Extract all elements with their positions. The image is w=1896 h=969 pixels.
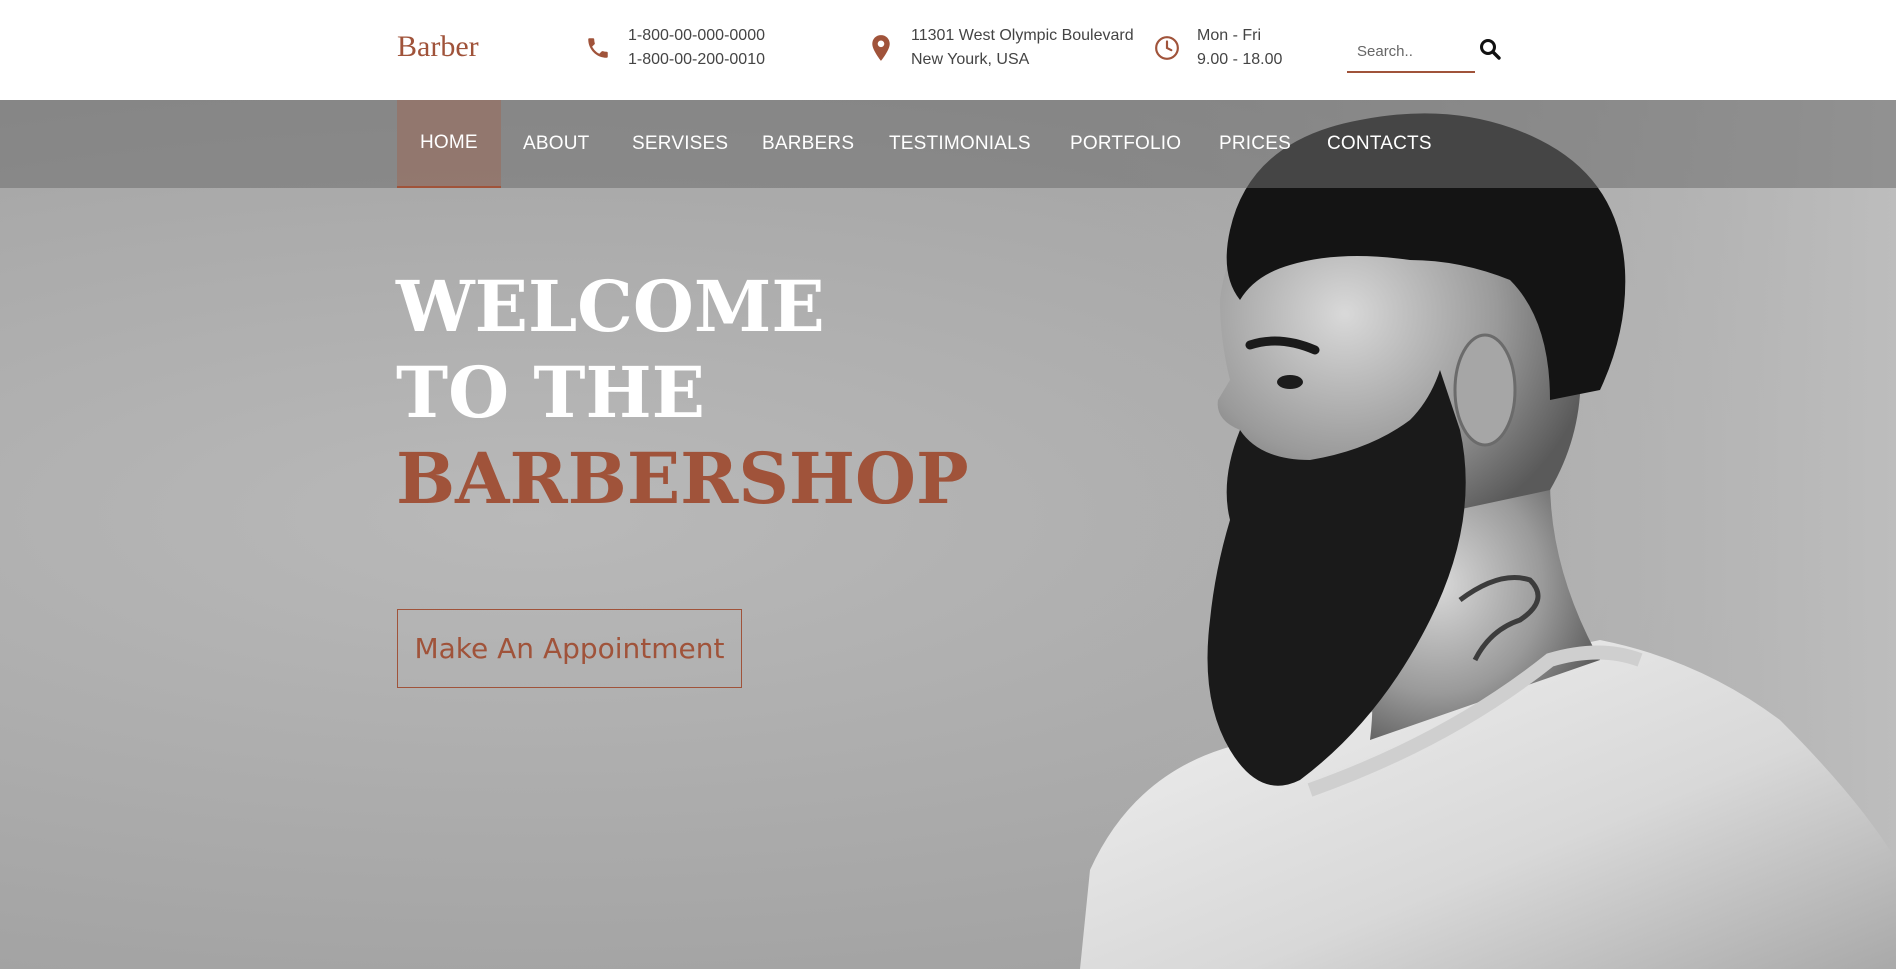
headline-line-2: TO THE — [396, 351, 706, 434]
nav-item-portfolio[interactable]: PORTFOLIO — [1047, 100, 1204, 188]
clock-icon — [1153, 34, 1181, 62]
hero-section: HOME ABOUT SERVISES BARBERS TESTIMONIALS… — [0, 100, 1896, 969]
nav-item-about[interactable]: ABOUT — [500, 100, 612, 188]
nav-item-barbers[interactable]: BARBERS — [739, 100, 877, 188]
hours-time: 9.00 - 18.00 — [1197, 51, 1283, 68]
nav-item-home[interactable]: HOME — [397, 100, 501, 188]
search-input[interactable] — [1347, 33, 1475, 69]
site-logo[interactable]: Barber — [397, 30, 479, 64]
hours-info: Mon - Fri 9.00 - 18.00 — [1153, 24, 1282, 72]
headline-line-1: WELCOME — [396, 265, 825, 348]
address-info: 11301 West Olympic Boulevard New Yourk, … — [867, 24, 1134, 72]
phone-info: 1-800-00-000-0000 1-800-00-200-0010 — [584, 24, 765, 72]
hours-days: Mon - Fri — [1197, 27, 1261, 44]
nav-item-testimonials[interactable]: TESTIMONIALS — [866, 100, 1054, 188]
phone-icon — [584, 34, 612, 62]
nav-item-contacts[interactable]: CONTACTS — [1304, 100, 1455, 188]
nav-item-prices[interactable]: PRICES — [1196, 100, 1314, 188]
main-nav: HOME ABOUT SERVISES BARBERS TESTIMONIALS… — [0, 100, 1896, 188]
phone-line-2[interactable]: 1-800-00-200-0010 — [628, 48, 765, 72]
top-header: Barber 1-800-00-000-0000 1-800-00-200-00… — [0, 0, 1896, 100]
nav-item-services[interactable]: SERVISES — [609, 100, 751, 188]
headline-line-3: BARBERSHOP — [396, 437, 969, 520]
search-box — [1347, 33, 1475, 73]
phone-line-1[interactable]: 1-800-00-000-0000 — [628, 24, 765, 48]
make-appointment-button[interactable]: Make An Appointment — [397, 609, 742, 688]
address-line-1: 11301 West Olympic Boulevard — [911, 27, 1134, 44]
search-icon[interactable] — [1478, 37, 1504, 63]
barber-portrait-image — [1080, 100, 1896, 969]
map-pin-icon — [867, 34, 895, 62]
address-line-2: New Yourk, USA — [911, 51, 1030, 68]
hero-headline: WELCOME TO THE BARBERSHOP — [396, 264, 969, 522]
